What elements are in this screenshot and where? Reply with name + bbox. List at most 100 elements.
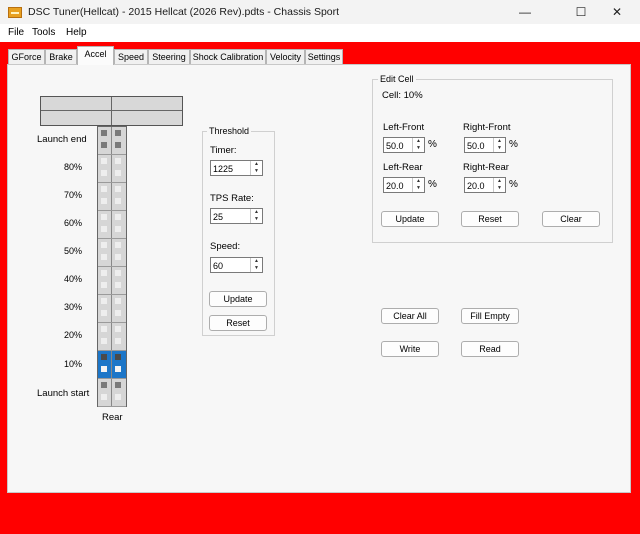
accel-cell-marker bbox=[115, 186, 121, 192]
app-icon bbox=[8, 7, 22, 18]
accel-cell-stack bbox=[97, 126, 127, 407]
accel-row-50[interactable] bbox=[98, 239, 126, 267]
left-front-down-icon[interactable]: ▼ bbox=[413, 145, 424, 152]
edit-cell-title: Edit Cell bbox=[378, 74, 416, 84]
accel-cell-marker bbox=[101, 170, 107, 176]
tab-accel[interactable]: Accel bbox=[77, 46, 114, 65]
accel-cell-marker bbox=[101, 254, 107, 260]
accel-cell-marker bbox=[115, 298, 121, 304]
right-front-down-icon[interactable]: ▼ bbox=[494, 145, 505, 152]
accel-row-80[interactable] bbox=[98, 155, 126, 183]
speed-up-icon[interactable]: ▲ bbox=[251, 258, 262, 265]
left-rear-down-icon[interactable]: ▼ bbox=[413, 185, 424, 192]
accel-cell-marker bbox=[115, 366, 121, 372]
accel-cell-marker bbox=[101, 270, 107, 276]
right-front-up-icon[interactable]: ▲ bbox=[494, 138, 505, 145]
accel-cell-marker bbox=[101, 326, 107, 332]
accel-cell-marker bbox=[101, 198, 107, 204]
clear-all-button[interactable]: Clear All bbox=[381, 308, 439, 324]
tps-rate-input[interactable] bbox=[211, 209, 251, 223]
accel-cell-marker bbox=[115, 338, 121, 344]
accel-cell-marker bbox=[101, 394, 107, 400]
tps-down-icon[interactable]: ▼ bbox=[251, 216, 262, 223]
accel-cell-marker bbox=[115, 394, 121, 400]
right-rear-down-icon[interactable]: ▼ bbox=[494, 185, 505, 192]
menu-tools[interactable]: Tools bbox=[32, 27, 55, 38]
left-rear-spinbox[interactable]: ▲▼ bbox=[383, 177, 425, 193]
timer-spinbox[interactable]: ▲▼ bbox=[210, 160, 263, 176]
accel-cell-marker bbox=[101, 338, 107, 344]
menu-file[interactable]: File bbox=[8, 27, 24, 38]
accel-cell-marker bbox=[115, 142, 121, 148]
tab-steering[interactable]: Steering bbox=[148, 49, 190, 64]
timer-up-icon[interactable]: ▲ bbox=[251, 161, 262, 168]
right-front-label: Right-Front bbox=[463, 122, 511, 133]
speed-down-icon[interactable]: ▼ bbox=[251, 265, 262, 272]
label-launch-start: Launch start bbox=[37, 388, 90, 399]
cell-update-button[interactable]: Update bbox=[381, 211, 439, 227]
right-rear-label: Right-Rear bbox=[463, 162, 509, 173]
left-rear-input[interactable] bbox=[384, 178, 413, 192]
right-rear-up-icon[interactable]: ▲ bbox=[494, 178, 505, 185]
cell-clear-button[interactable]: Clear bbox=[542, 211, 600, 227]
label-rear: Rear bbox=[102, 412, 123, 423]
accel-row-30[interactable] bbox=[98, 295, 126, 323]
label-60: 60% bbox=[63, 218, 82, 228]
right-front-input[interactable] bbox=[465, 138, 494, 152]
accel-cell-marker bbox=[101, 382, 107, 388]
timer-down-icon[interactable]: ▼ bbox=[251, 168, 262, 175]
cell-reset-button[interactable]: Reset bbox=[461, 211, 519, 227]
left-front-input[interactable] bbox=[384, 138, 413, 152]
tab-shock-calibration[interactable]: Shock Calibration bbox=[190, 49, 266, 64]
accel-cell-marker bbox=[115, 242, 121, 248]
write-button[interactable]: Write bbox=[381, 341, 439, 357]
right-rear-spinbox[interactable]: ▲▼ bbox=[464, 177, 506, 193]
cell-label: Cell: 10% bbox=[382, 90, 423, 101]
left-front-spinbox[interactable]: ▲▼ bbox=[383, 137, 425, 153]
tab-velocity[interactable]: Velocity bbox=[266, 49, 305, 64]
accel-row-launch-end[interactable] bbox=[98, 127, 126, 155]
accel-cell-marker bbox=[101, 214, 107, 220]
accel-row-10[interactable] bbox=[98, 351, 126, 379]
fill-empty-button[interactable]: Fill Empty bbox=[461, 308, 519, 324]
tab-settings[interactable]: Settings bbox=[305, 49, 343, 64]
minimize-button[interactable]: — bbox=[502, 0, 548, 24]
accel-cell-marker bbox=[115, 214, 121, 220]
tab-gforce[interactable]: GForce bbox=[8, 49, 45, 64]
right-front-spinbox[interactable]: ▲▼ bbox=[464, 137, 506, 153]
menu-help[interactable]: Help bbox=[66, 27, 87, 38]
label-30: 30% bbox=[63, 302, 82, 312]
menu-bar bbox=[0, 24, 640, 42]
right-rear-percent: % bbox=[509, 179, 518, 190]
accel-row-40[interactable] bbox=[98, 267, 126, 295]
read-button[interactable]: Read bbox=[461, 341, 519, 357]
label-20: 20% bbox=[63, 330, 82, 340]
label-80: 80% bbox=[63, 162, 82, 172]
close-button[interactable]: ✕ bbox=[594, 0, 640, 24]
accel-cell-marker bbox=[115, 254, 121, 260]
timer-label: Timer: bbox=[210, 145, 237, 156]
threshold-reset-button[interactable]: Reset bbox=[209, 315, 267, 331]
accel-row-launch-start[interactable] bbox=[98, 379, 126, 407]
accel-row-20[interactable] bbox=[98, 323, 126, 351]
accel-cell-marker bbox=[115, 130, 121, 136]
left-front-up-icon[interactable]: ▲ bbox=[413, 138, 424, 145]
vehicle-front-block bbox=[40, 96, 183, 126]
speed-spinbox[interactable]: ▲▼ bbox=[210, 257, 263, 273]
accel-cell-marker bbox=[115, 354, 121, 360]
accel-row-70[interactable] bbox=[98, 183, 126, 211]
window-title: DSC Tuner(Hellcat) - 2015 Hellcat (2026 … bbox=[28, 6, 340, 18]
accel-cell-marker bbox=[115, 198, 121, 204]
left-front-percent: % bbox=[428, 139, 437, 150]
tps-up-icon[interactable]: ▲ bbox=[251, 209, 262, 216]
left-rear-up-icon[interactable]: ▲ bbox=[413, 178, 424, 185]
tab-brake[interactable]: Brake bbox=[45, 49, 77, 64]
accel-row-60[interactable] bbox=[98, 211, 126, 239]
right-rear-input[interactable] bbox=[465, 178, 494, 192]
label-70: 70% bbox=[63, 190, 82, 200]
tab-speed[interactable]: Speed bbox=[114, 49, 148, 64]
speed-input[interactable] bbox=[211, 258, 251, 272]
tps-rate-spinbox[interactable]: ▲▼ bbox=[210, 208, 263, 224]
threshold-update-button[interactable]: Update bbox=[209, 291, 267, 307]
timer-input[interactable] bbox=[211, 161, 251, 175]
